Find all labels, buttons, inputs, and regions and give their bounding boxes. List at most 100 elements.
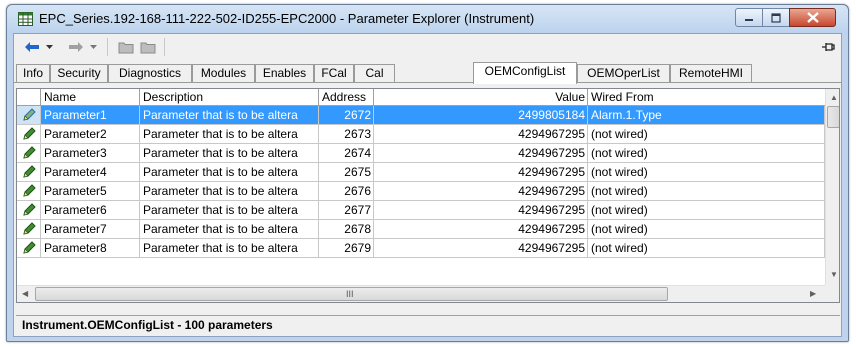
header-value[interactable]: Value — [374, 89, 588, 106]
tab-oemoperlist[interactable]: OEMOperList — [577, 64, 670, 83]
toolbar-separator — [164, 38, 165, 56]
header-description[interactable]: Description — [140, 89, 319, 106]
cell-address[interactable]: 2674 — [319, 144, 374, 163]
cell-wired-from[interactable]: (not wired) — [588, 163, 825, 182]
table-row[interactable]: Parameter6 Parameter that is to be altera… — [17, 201, 825, 220]
table-row[interactable]: Parameter2 Parameter that is to be altera… — [17, 125, 825, 144]
forward-button[interactable] — [66, 38, 86, 56]
edit-status-cell[interactable] — [17, 144, 41, 163]
pencil-icon — [22, 108, 36, 121]
table-row[interactable]: Parameter5 Parameter that is to be altera… — [17, 182, 825, 201]
horizontal-scroll-thumb[interactable]: III — [35, 287, 668, 301]
cell-value[interactable]: 2499805184 — [374, 106, 588, 125]
maximize-icon — [771, 12, 781, 23]
scroll-left-icon[interactable]: ◀ — [22, 290, 28, 298]
cell-name[interactable]: Parameter6 — [41, 201, 140, 220]
edit-status-cell[interactable] — [17, 220, 41, 239]
back-history-dropdown[interactable] — [44, 38, 54, 56]
table-row[interactable]: Parameter7 Parameter that is to be altera… — [17, 220, 825, 239]
cell-name[interactable]: Parameter7 — [41, 220, 140, 239]
cell-address[interactable]: 2676 — [319, 182, 374, 201]
cell-address[interactable]: 2673 — [319, 125, 374, 144]
scroll-up-icon[interactable]: ▲ — [830, 94, 838, 102]
tab-oemconfiglist[interactable]: OEMConfigList — [473, 62, 577, 84]
scroll-right-icon[interactable]: ▶ — [810, 290, 816, 298]
edit-status-cell[interactable] — [17, 239, 41, 258]
cell-name[interactable]: Parameter8 — [41, 239, 140, 258]
edit-status-cell[interactable] — [17, 163, 41, 182]
cell-value[interactable]: 4294967295 — [374, 182, 588, 201]
edit-status-cell[interactable] — [17, 106, 41, 125]
header-name[interactable]: Name — [41, 89, 140, 106]
close-button[interactable] — [789, 8, 836, 27]
edit-status-cell[interactable] — [17, 201, 41, 220]
tab-diagnostics[interactable]: Diagnostics — [108, 64, 192, 83]
horizontal-scrollbar[interactable]: ◀ III ▶ — [17, 285, 825, 302]
maximize-button[interactable] — [762, 8, 790, 27]
tab-cal[interactable]: Cal — [354, 64, 395, 83]
edit-status-cell[interactable] — [17, 182, 41, 201]
cell-address[interactable]: 2672 — [319, 106, 374, 125]
title-bar[interactable]: EPC_Series.192-168-111-222-502-ID255-EPC… — [7, 5, 848, 33]
cell-description[interactable]: Parameter that is to be altera — [140, 182, 319, 201]
cell-value[interactable]: 4294967295 — [374, 220, 588, 239]
folder-icon — [118, 42, 134, 53]
vertical-scroll-thumb[interactable] — [827, 106, 839, 128]
dropdown-icon — [45, 45, 53, 49]
header-address[interactable]: Address — [319, 89, 374, 106]
cell-address[interactable]: 2678 — [319, 220, 374, 239]
cell-name[interactable]: Parameter2 — [41, 125, 140, 144]
header-wired-from[interactable]: Wired From — [588, 89, 825, 106]
cell-description[interactable]: Parameter that is to be altera — [140, 144, 319, 163]
tab-modules[interactable]: Modules — [192, 64, 255, 83]
cell-name[interactable]: Parameter4 — [41, 163, 140, 182]
cell-value[interactable]: 4294967295 — [374, 144, 588, 163]
cell-wired-from[interactable]: (not wired) — [588, 201, 825, 220]
scroll-down-icon[interactable]: ▼ — [830, 271, 838, 279]
cell-address[interactable]: 2675 — [319, 163, 374, 182]
cell-wired-from[interactable]: (not wired) — [588, 239, 825, 258]
tab-remotehmi[interactable]: RemoteHMI — [670, 64, 752, 83]
cell-address[interactable]: 2679 — [319, 239, 374, 258]
tab-info[interactable]: Info — [16, 64, 50, 83]
cell-description[interactable]: Parameter that is to be altera — [140, 125, 319, 144]
pin-icon — [822, 43, 835, 51]
header-icon-column[interactable] — [17, 89, 41, 106]
edit-status-cell[interactable] — [17, 125, 41, 144]
table-row[interactable]: Parameter3 Parameter that is to be altera… — [17, 144, 825, 163]
cell-value[interactable]: 4294967295 — [374, 239, 588, 258]
cell-address[interactable]: 2677 — [319, 201, 374, 220]
minimize-icon — [745, 18, 753, 21]
cell-wired-from[interactable]: (not wired) — [588, 144, 825, 163]
window-title: EPC_Series.192-168-111-222-502-ID255-EPC… — [39, 11, 535, 26]
cell-description[interactable]: Parameter that is to be altera — [140, 239, 319, 258]
cell-description[interactable]: Parameter that is to be altera — [140, 201, 319, 220]
dropdown-icon — [89, 45, 97, 49]
cell-value[interactable]: 4294967295 — [374, 163, 588, 182]
cell-wired-from[interactable]: (not wired) — [588, 182, 825, 201]
table-row[interactable]: Parameter1 Parameter that is to be altera… — [17, 106, 825, 125]
cell-description[interactable]: Parameter that is to be altera — [140, 163, 319, 182]
vertical-scrollbar[interactable]: ▲ ▼ — [825, 89, 839, 285]
back-button[interactable] — [22, 38, 42, 56]
open-folder-button-2[interactable] — [138, 38, 158, 56]
cell-wired-from[interactable]: (not wired) — [588, 125, 825, 144]
open-folder-button[interactable] — [116, 38, 136, 56]
cell-value[interactable]: 4294967295 — [374, 201, 588, 220]
cell-description[interactable]: Parameter that is to be altera — [140, 106, 319, 125]
tab-enables[interactable]: Enables — [255, 64, 314, 83]
cell-value[interactable]: 4294967295 — [374, 125, 588, 144]
table-row[interactable]: Parameter8 Parameter that is to be altera… — [17, 239, 825, 258]
cell-description[interactable]: Parameter that is to be altera — [140, 220, 319, 239]
forward-history-dropdown[interactable] — [88, 38, 98, 56]
cell-name[interactable]: Parameter5 — [41, 182, 140, 201]
pin-button[interactable] — [819, 38, 837, 56]
cell-wired-from[interactable]: Alarm.1.Type — [588, 106, 825, 125]
minimize-button[interactable] — [735, 8, 763, 27]
tab-security[interactable]: Security — [50, 64, 108, 83]
cell-wired-from[interactable]: (not wired) — [588, 220, 825, 239]
table-row[interactable]: Parameter4 Parameter that is to be altera… — [17, 163, 825, 182]
cell-name[interactable]: Parameter3 — [41, 144, 140, 163]
cell-name[interactable]: Parameter1 — [41, 106, 140, 125]
tab-fcal[interactable]: FCal — [314, 64, 354, 83]
